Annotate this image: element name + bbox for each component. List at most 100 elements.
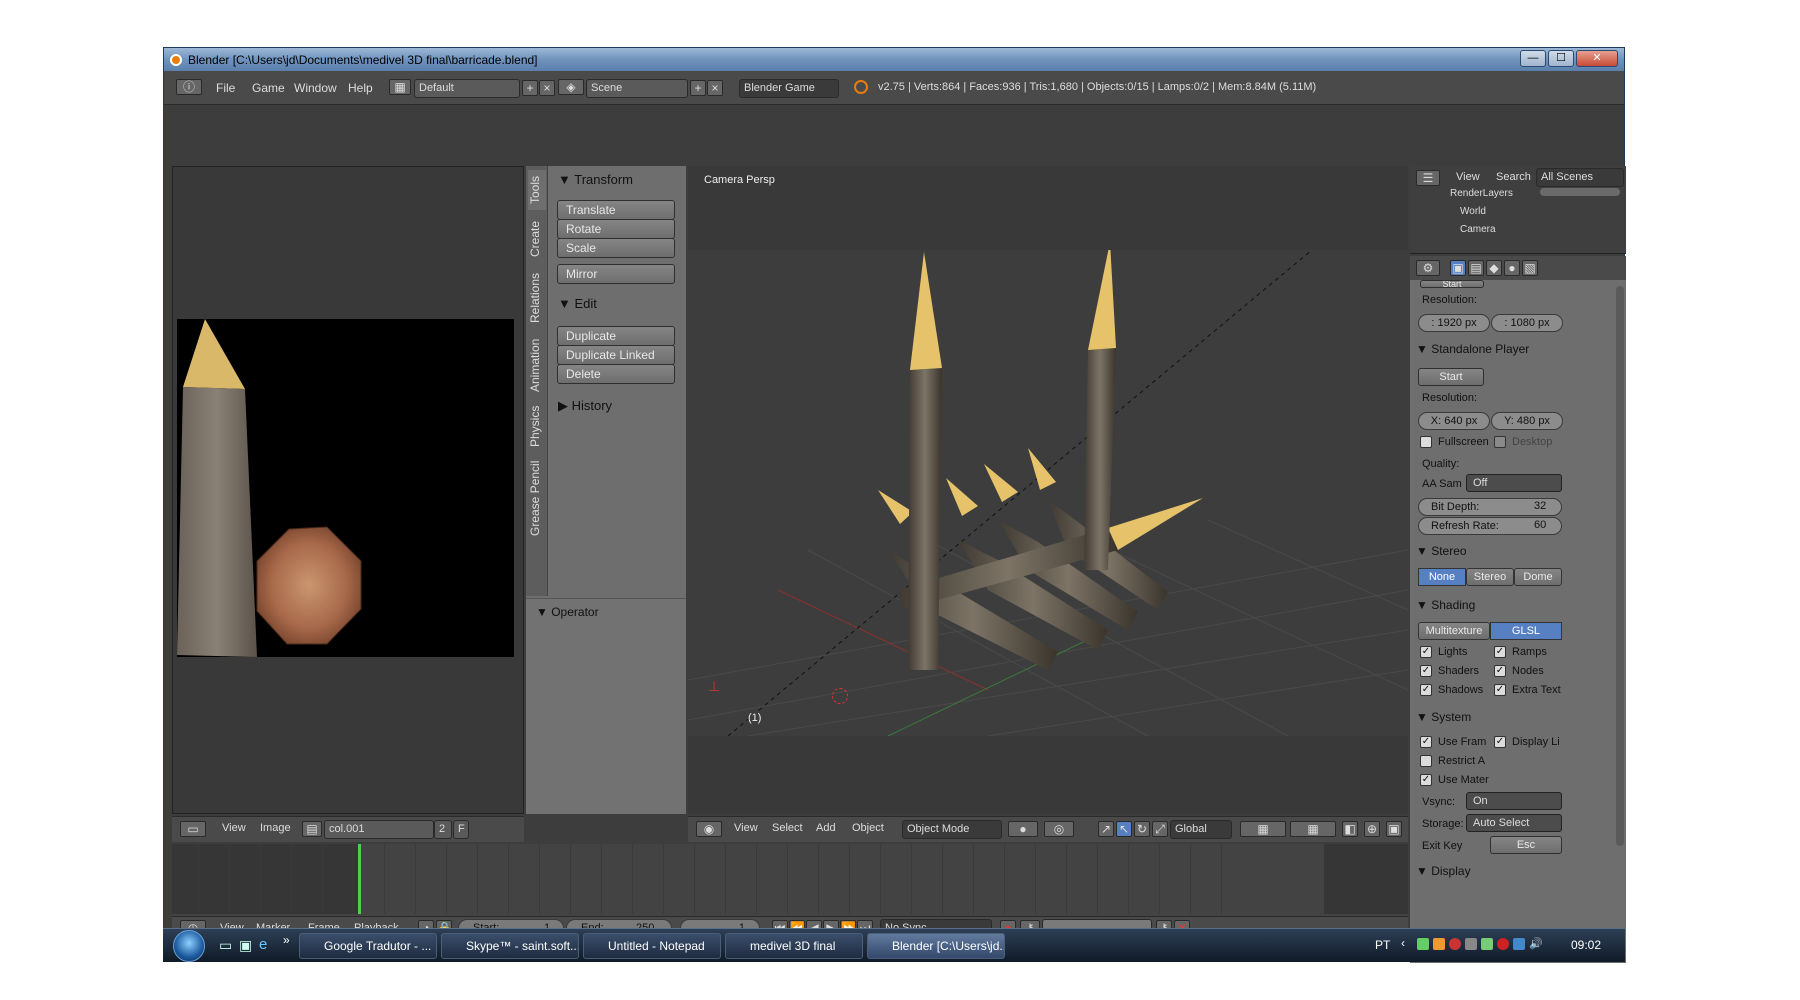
start-button-icon[interactable]	[173, 930, 205, 962]
menu-add[interactable]: Add	[816, 822, 836, 834]
standalone-player-header[interactable]: ▼ Standalone Player	[1416, 342, 1529, 356]
editor-type-3d-icon[interactable]: ◉	[696, 821, 722, 837]
display-panel-header[interactable]: ▼ Display	[1416, 864, 1471, 878]
world-tab-icon[interactable]: ●	[1504, 260, 1520, 276]
duplicate-linked-button[interactable]: Duplicate Linked	[557, 345, 675, 365]
stereo-stereo-button[interactable]: Stereo	[1466, 568, 1514, 586]
player-res-y[interactable]: Y: 480 px	[1491, 412, 1563, 430]
image-editor[interactable]	[172, 166, 524, 814]
menu-file[interactable]: File	[216, 81, 235, 95]
taskbar-item-skype[interactable]: Skype™ - saint.soft...	[441, 933, 579, 959]
layout-grid-icon[interactable]: ▦	[389, 79, 411, 95]
tab-animation[interactable]: Animation	[528, 332, 546, 398]
tray-expand-icon[interactable]: ‹	[1401, 936, 1405, 950]
editor-type-image-icon[interactable]: ▭	[180, 821, 206, 837]
exit-key-button[interactable]: Esc	[1490, 836, 1562, 854]
display-lists-checkbox[interactable]: ✓	[1494, 736, 1506, 748]
tray-red-icon[interactable]	[1449, 938, 1461, 950]
stereo-none-button[interactable]: None	[1418, 568, 1466, 586]
menu-window[interactable]: Window	[294, 81, 337, 95]
image-users-count[interactable]: 2	[434, 820, 452, 839]
aa-samples-select[interactable]: Off	[1466, 474, 1562, 492]
translate-manipulator-icon[interactable]: ↖	[1116, 821, 1132, 837]
layers-grid-a-icon[interactable]: ▦	[1240, 821, 1286, 837]
quicklaunch-more-icon[interactable]: »	[283, 933, 290, 947]
outliner-item-world[interactable]: World	[1460, 206, 1486, 217]
properties-scrollbar[interactable]	[1616, 286, 1624, 846]
switch-windows-icon[interactable]: ▣	[239, 937, 252, 954]
close-button[interactable]: ✕	[1576, 50, 1618, 67]
image-name-field[interactable]: col.001	[324, 820, 434, 839]
show-desktop-icon[interactable]: ▭	[219, 937, 232, 954]
outliner-item-camera[interactable]: Camera	[1460, 224, 1496, 235]
scale-button[interactable]: Scale	[557, 238, 675, 258]
ramps-checkbox[interactable]: ✓	[1494, 646, 1506, 658]
start-button[interactable]: Start	[1418, 368, 1484, 386]
shading-mode-icon[interactable]: ●	[1008, 821, 1038, 837]
use-frame-checkbox[interactable]: ✓	[1420, 736, 1432, 748]
mirror-button[interactable]: Mirror	[557, 264, 675, 284]
player-res-x[interactable]: X: 640 px	[1418, 412, 1490, 430]
scene-field[interactable]: Scene	[586, 79, 688, 98]
maximize-button[interactable]: ☐	[1548, 50, 1574, 67]
manipulator-icon[interactable]: ↗	[1098, 821, 1114, 837]
history-panel-header[interactable]: ▶ History	[558, 398, 612, 414]
outliner-filter-select[interactable]: All Scenes	[1536, 168, 1624, 187]
remove-scene-icon[interactable]: ×	[707, 80, 723, 96]
multitexture-button[interactable]: Multitexture	[1418, 622, 1490, 640]
fake-user-button[interactable]: F	[453, 820, 469, 839]
extra-text-checkbox[interactable]: ✓	[1494, 684, 1506, 696]
snap-icon[interactable]: ⊕	[1364, 821, 1380, 837]
render-layers-tab-icon[interactable]: ▤	[1468, 260, 1484, 276]
stereo-panel-header[interactable]: ▼ Stereo	[1416, 544, 1467, 558]
tray-network-icon[interactable]	[1465, 938, 1477, 950]
shading-panel-header[interactable]: ▼ Shading	[1416, 598, 1475, 612]
transform-orientation-select[interactable]: Global	[1170, 820, 1232, 839]
tab-tools[interactable]: Tools	[528, 170, 546, 210]
render-engine-select[interactable]: Blender Game	[739, 79, 839, 98]
internet-explorer-icon[interactable]: e	[259, 936, 267, 953]
glsl-button[interactable]: GLSL	[1490, 622, 1562, 640]
language-indicator[interactable]: PT	[1375, 938, 1390, 952]
current-frame-marker[interactable]	[358, 844, 361, 914]
translate-button[interactable]: Translate	[557, 200, 675, 220]
res-y-field[interactable]: : 1080 px	[1491, 314, 1563, 332]
tray-security-icon[interactable]	[1497, 938, 1509, 950]
layers-grid-b-icon[interactable]: ▦	[1290, 821, 1336, 837]
tray-green-icon[interactable]	[1417, 938, 1429, 950]
editor-type-properties-icon[interactable]: ⚙	[1416, 260, 1440, 276]
render-camera-icon[interactable]: ▣	[1386, 821, 1402, 837]
outliner-menu-view[interactable]: View	[1456, 171, 1480, 183]
vsync-select[interactable]: On	[1466, 792, 1562, 810]
nodes-checkbox[interactable]: ✓	[1494, 665, 1506, 677]
outliner[interactable]: ☰ View Search All Scenes RenderLayers Wo…	[1410, 166, 1626, 254]
lights-checkbox[interactable]: ✓	[1420, 646, 1432, 658]
menu-object[interactable]: Object	[852, 822, 884, 834]
tab-relations[interactable]: Relations	[528, 268, 546, 328]
pivot-point-icon[interactable]: ◎	[1044, 821, 1074, 837]
menu-image[interactable]: Image	[260, 822, 291, 834]
res-x-field[interactable]: : 1920 px	[1418, 314, 1490, 332]
taskbar-item-blender[interactable]: Blender [C:\Users\jd...	[867, 933, 1005, 959]
3d-viewport[interactable]: Camera Persp ⊥ (1)	[688, 166, 1408, 814]
tab-create[interactable]: Create	[528, 216, 546, 262]
camera-view[interactable]	[688, 169, 1408, 737]
screen-layout-field[interactable]: Default	[414, 79, 520, 98]
cut-start-button[interactable]: Start	[1420, 280, 1484, 288]
mode-select[interactable]: Object Mode	[902, 820, 1002, 839]
operator-panel-header[interactable]: ▼ Operator	[536, 605, 599, 619]
tray-monitor-icon[interactable]	[1513, 938, 1525, 950]
scale-manipulator-icon[interactable]: ⤢	[1152, 821, 1168, 837]
menu-view[interactable]: View	[734, 822, 758, 834]
shadows-checkbox[interactable]: ✓	[1420, 684, 1432, 696]
tray-firefox-icon[interactable]	[1433, 938, 1445, 950]
system-panel-header[interactable]: ▼ System	[1416, 710, 1471, 724]
rotate-button[interactable]: Rotate	[557, 219, 675, 239]
menu-game[interactable]: Game	[252, 81, 285, 95]
taskbar-item-notepad[interactable]: Untitled - Notepad	[583, 933, 721, 959]
outliner-scrollbar[interactable]	[1540, 188, 1620, 196]
render-tab-icon[interactable]: ▣	[1450, 260, 1466, 276]
menu-view[interactable]: View	[222, 822, 246, 834]
storage-select[interactable]: Auto Select	[1466, 814, 1562, 832]
tray-battery-icon[interactable]	[1481, 938, 1493, 950]
